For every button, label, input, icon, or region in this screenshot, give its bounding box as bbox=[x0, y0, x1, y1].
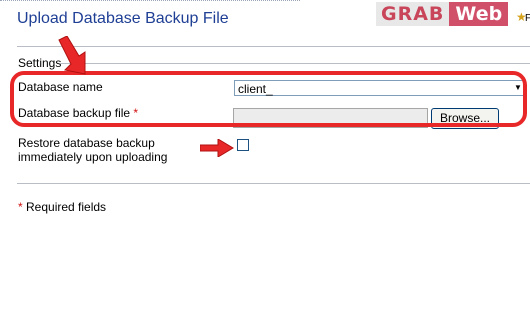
required-fields-note: * Required fields bbox=[18, 200, 106, 214]
highlight-box bbox=[10, 71, 527, 127]
restore-immediately-checkbox[interactable] bbox=[237, 139, 249, 151]
page-title: Upload Database Backup File bbox=[17, 10, 229, 27]
restore-label-line2: immediately upon uploading bbox=[18, 150, 168, 164]
restore-label: Restore database backup immediately upon… bbox=[18, 136, 167, 164]
required-note-asterisk: * bbox=[18, 200, 23, 214]
section-top-divider bbox=[17, 46, 530, 47]
corner-link-text[interactable]: F bbox=[525, 13, 530, 24]
section-bottom-divider bbox=[17, 183, 530, 184]
grabweb-watermark: GRAB Web bbox=[376, 2, 517, 26]
down-arrow-annotation-icon bbox=[58, 36, 86, 75]
right-arrow-annotation-icon bbox=[200, 139, 234, 157]
watermark-part-grab: GRAB bbox=[376, 2, 450, 26]
settings-legend-line bbox=[60, 63, 530, 64]
top-dotted-line bbox=[0, 0, 300, 3]
required-note-text: Required fields bbox=[26, 200, 107, 214]
watermark-part-web: Web bbox=[449, 2, 509, 26]
restore-label-line1: Restore database backup bbox=[18, 136, 155, 150]
